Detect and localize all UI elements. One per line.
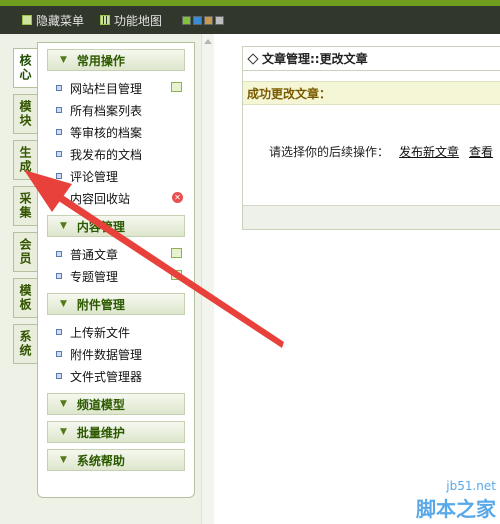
section-common-ops[interactable]: ▼ 常用操作 [47,49,185,71]
hide-menu-button[interactable]: 隐藏菜单 [22,12,84,29]
follow-up-prompt: 请选择你的后续操作： [269,145,390,159]
section-content-manage-items: 普通文章 专题管理 [38,243,194,287]
section-content-manage[interactable]: ▼ 内容管理 [47,215,185,237]
success-message: 成功更改文章： [243,81,500,105]
chevron-down-icon: ▼ [60,455,67,465]
bullet-icon [56,373,62,379]
bullet-icon [56,107,62,113]
feature-map-button[interactable]: 功能地图 [100,12,162,29]
chevron-down-icon: ▼ [60,427,67,437]
section-batch-maintain[interactable]: ▼ 批量维护 [47,421,185,443]
menu-item-column-manage[interactable]: 网站栏目管理 [56,77,194,99]
chevron-down-icon: ▼ [60,221,67,231]
bullet-icon [56,195,62,201]
bullet-icon [56,329,62,335]
watermark-site: jb51.net [446,479,496,493]
breadcrumb: 文章管理::更改文章 [243,47,500,71]
skin-brown-button[interactable] [204,15,214,25]
diamond-icon [247,52,259,65]
menu-item-label: 等审核的档案 [70,125,143,140]
hide-menu-icon [22,15,32,25]
skin-switcher [182,15,226,25]
page-title: 文章管理::更改文章 [262,52,368,66]
tab-member[interactable]: 会员 [13,232,37,272]
menu-item-label: 专题管理 [70,269,119,284]
tab-module[interactable]: 模块 [13,94,37,134]
menu-item-comments[interactable]: 评论管理 [56,165,194,187]
left-sidebar: 核心 模块 生成 采集 会员 模板 系统 ▼ 常用操作 网站栏目管理 所有档案列… [0,34,210,524]
watermark-name: 脚本之家 [416,497,496,521]
menu-item-pending-archives[interactable]: 等审核的档案 [56,121,194,143]
skin-blue-button[interactable] [193,15,203,25]
bullet-icon [56,85,62,91]
section-title: 系统帮助 [76,453,125,468]
menu-item-label: 附件数据管理 [70,347,143,362]
section-attachments[interactable]: ▼ 附件管理 [47,293,185,315]
menu-item-label: 评论管理 [70,169,119,184]
view-article-link[interactable]: 查看 [469,143,493,160]
bullet-icon [56,251,62,257]
menu-item-label: 所有档案列表 [70,103,143,118]
top-toolbar: 隐藏菜单 功能地图 [0,6,500,34]
section-title: 常用操作 [76,53,125,68]
chevron-down-icon: ▼ [60,399,67,409]
tab-collect[interactable]: 采集 [13,186,37,226]
menu-item-normal-article[interactable]: 普通文章 [56,243,194,265]
menu-item-all-archives[interactable]: 所有档案列表 [56,99,194,121]
section-title: 内容管理 [76,219,125,234]
bullet-icon [56,173,62,179]
menu-item-label: 普通文章 [70,247,119,262]
menu-item-label: 网站栏目管理 [70,81,143,96]
section-attachments-items: 上传新文件 附件数据管理 文件式管理器 [38,321,194,387]
add-icon[interactable] [171,248,182,258]
tab-template[interactable]: 模板 [13,278,37,318]
menu-panel: ▼ 常用操作 网站栏目管理 所有档案列表 等审核的档案 我发布的文档 评论管理 … [37,42,195,498]
watermark: jb51.net 脚本之家 [416,479,496,522]
feature-map-label: 功能地图 [114,13,163,28]
menu-item-recycle-bin[interactable]: 内容回收站 ✕ [56,187,194,209]
skin-gray-button[interactable] [215,15,225,25]
publish-new-article-link[interactable]: 发布新文章 [399,143,459,160]
menu-item-topic-manage[interactable]: 专题管理 [56,265,194,287]
section-system-help[interactable]: ▼ 系统帮助 [47,449,185,471]
tab-generate[interactable]: 生成 [13,140,37,180]
clear-icon[interactable]: ✕ [172,192,183,203]
chevron-down-icon: ▼ [60,299,67,309]
add-icon[interactable] [171,270,182,280]
menu-item-my-documents[interactable]: 我发布的文档 [56,143,194,165]
bullet-icon [56,151,62,157]
section-title: 附件管理 [76,297,125,312]
chevron-down-icon: ▼ [60,55,67,65]
tab-core[interactable]: 核心 [13,48,37,88]
section-channel-model[interactable]: ▼ 频道模型 [47,393,185,415]
tab-system[interactable]: 系统 [13,324,37,364]
sidebar-scrollbar[interactable] [201,34,214,524]
menu-item-attachment-data[interactable]: 附件数据管理 [56,343,194,365]
feature-map-icon [100,15,111,25]
follow-up-actions: 请选择你的后续操作： 发布新文章 查看 [243,143,500,160]
menu-item-file-manager[interactable]: 文件式管理器 [56,365,194,387]
add-icon[interactable] [171,82,182,92]
section-title: 批量维护 [76,425,125,440]
section-title: 频道模型 [76,397,125,412]
menu-item-label: 内容回收站 [70,191,131,206]
section-common-ops-items: 网站栏目管理 所有档案列表 等审核的档案 我发布的文档 评论管理 内容回收站 ✕ [38,77,194,209]
bullet-icon [56,273,62,279]
menu-item-label: 上传新文件 [70,325,131,340]
menu-item-label: 我发布的文档 [70,147,143,162]
hide-menu-label: 隐藏菜单 [36,13,85,28]
module-tabs: 核心 模块 生成 采集 会员 模板 系统 [13,48,37,370]
skin-green-button[interactable] [182,15,192,25]
menu-item-label: 文件式管理器 [70,369,143,384]
bullet-icon [56,351,62,357]
content-footer-bar [243,205,500,229]
main-content: 文章管理::更改文章 成功更改文章： 请选择你的后续操作： 发布新文章 查看 [242,46,500,230]
scroll-up-icon[interactable] [204,39,212,44]
bullet-icon [56,129,62,135]
menu-item-upload-file[interactable]: 上传新文件 [56,321,194,343]
